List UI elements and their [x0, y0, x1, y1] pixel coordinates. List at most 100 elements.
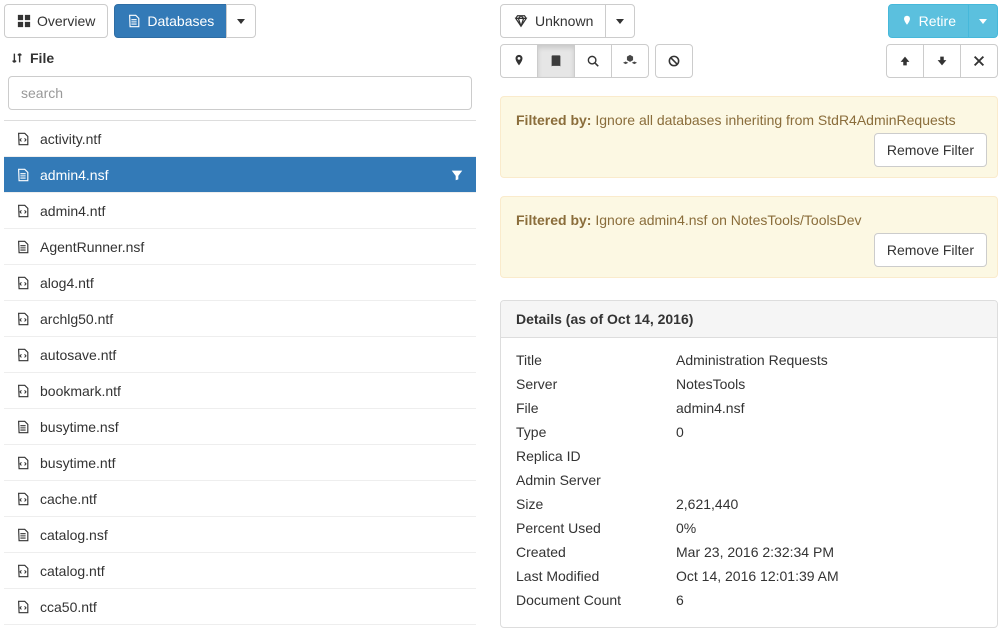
remove-filter-button[interactable]: Remove Filter: [874, 233, 987, 267]
details-row: Replica ID: [516, 444, 982, 468]
details-body: TitleAdministration RequestsServerNotesT…: [501, 338, 997, 627]
overview-label: Overview: [37, 13, 95, 29]
list-item[interactable]: admin4.ntf: [4, 193, 476, 229]
ban-icon: [667, 54, 681, 68]
filter-text: Ignore admin4.nsf on NotesTools/ToolsDev: [595, 212, 861, 228]
sort-header[interactable]: File: [4, 38, 476, 76]
details-value: 0%: [676, 520, 982, 536]
view-pin-button[interactable]: [500, 44, 538, 78]
search-input[interactable]: [8, 76, 472, 110]
file-list: activity.ntf admin4.nsf admin4.ntf AgentRun…: [4, 120, 476, 640]
list-item[interactable]: alog4.ntf: [4, 265, 476, 301]
list-item[interactable]: archlg50.ntf: [4, 301, 476, 337]
overview-button[interactable]: Overview: [4, 4, 108, 38]
details-row: Fileadmin4.nsf: [516, 396, 982, 420]
details-value: [676, 472, 982, 488]
unknown-button[interactable]: Unknown: [500, 4, 606, 38]
nav-close-button[interactable]: [960, 44, 998, 78]
details-key: Percent Used: [516, 520, 676, 536]
list-item-label: admin4.nsf: [40, 167, 108, 183]
details-heading: Details (as of Oct 14, 2016): [501, 301, 997, 338]
file-code-icon: [16, 600, 30, 614]
databases-button[interactable]: Databases: [114, 4, 227, 38]
list-item[interactable]: admin4.nsf: [4, 157, 476, 193]
caret-down-icon: [237, 19, 245, 24]
list-item-label: cca50.ntf: [40, 599, 97, 615]
file-text-icon: [16, 420, 30, 434]
unknown-label: Unknown: [535, 13, 593, 29]
nav-up-button[interactable]: [886, 44, 924, 78]
remove-filter-button[interactable]: Remove Filter: [874, 133, 987, 167]
unknown-button-group: Unknown: [500, 4, 635, 38]
filter-alert: Filtered by: Ignore all databases inheri…: [500, 96, 998, 178]
retire-button[interactable]: Retire: [888, 4, 969, 38]
list-item[interactable]: activity.ntf: [4, 121, 476, 157]
retire-button-group: Retire: [888, 4, 998, 38]
diamond-icon: [513, 14, 529, 28]
view-search-button[interactable]: [574, 44, 612, 78]
filter-prefix: Filtered by:: [516, 112, 591, 128]
list-item[interactable]: autosave.ntf: [4, 337, 476, 373]
databases-label: Databases: [147, 13, 214, 29]
details-key: Size: [516, 496, 676, 512]
list-item-label: busytime.nsf: [40, 419, 119, 435]
arrow-down-icon: [935, 54, 949, 68]
details-row: TitleAdministration Requests: [516, 348, 982, 372]
left-pane: Overview Databases File activity.ntf admi…: [0, 0, 480, 640]
view-book-button[interactable]: [537, 44, 575, 78]
arrow-up-icon: [898, 54, 912, 68]
caret-down-icon: [616, 19, 624, 24]
databases-dropdown-toggle[interactable]: [226, 4, 256, 38]
list-item[interactable]: busytime.ntf: [4, 445, 476, 481]
details-key: Replica ID: [516, 448, 676, 464]
view-ban-button[interactable]: [655, 44, 693, 78]
list-item[interactable]: catalog.nsf: [4, 517, 476, 553]
left-toolbar: Overview Databases: [4, 4, 476, 38]
view-buttons: [500, 44, 693, 78]
list-item-label: cache.ntf: [40, 491, 97, 507]
file-code-icon: [16, 204, 30, 218]
list-item-label: catalog.nsf: [40, 527, 108, 543]
details-key: Title: [516, 352, 676, 368]
list-item[interactable]: cca50.ntf: [4, 589, 476, 625]
list-item[interactable]: cache.ntf: [4, 481, 476, 517]
list-item-label: AgentRunner.nsf: [40, 239, 144, 255]
filter-text: Ignore all databases inheriting from Std…: [595, 112, 955, 128]
details-key: Server: [516, 376, 676, 392]
file-code-icon: [16, 384, 30, 398]
details-panel: Details (as of Oct 14, 2016) TitleAdmini…: [500, 300, 998, 628]
pin-icon: [901, 14, 913, 28]
list-item[interactable]: AgentRunner.nsf: [4, 229, 476, 265]
unknown-dropdown-toggle[interactable]: [605, 4, 635, 38]
list-item-label: busytime.ntf: [40, 455, 115, 471]
details-row: Percent Used0%: [516, 516, 982, 540]
details-value: Administration Requests: [676, 352, 982, 368]
right-pane: Unknown Retire: [480, 0, 1004, 640]
list-item[interactable]: bookmark.ntf: [4, 373, 476, 409]
nav-down-button[interactable]: [923, 44, 961, 78]
list-item-label: archlg50.ntf: [40, 311, 113, 327]
details-value: 6: [676, 592, 982, 608]
caret-down-icon: [979, 19, 987, 24]
file-code-icon: [16, 132, 30, 146]
list-item[interactable]: busytime.nsf: [4, 409, 476, 445]
list-item[interactable]: catalog.ntf: [4, 553, 476, 589]
filter-alerts: Filtered by: Ignore all databases inheri…: [500, 78, 998, 278]
right-toolbar-2: [500, 44, 998, 78]
book-icon: [548, 54, 564, 68]
details-value: Mar 23, 2016 2:32:34 PM: [676, 544, 982, 560]
details-row: CreatedMar 23, 2016 2:32:34 PM: [516, 540, 982, 564]
file-text-icon: [16, 528, 30, 542]
retire-dropdown-toggle[interactable]: [968, 4, 998, 38]
details-value: 0: [676, 424, 982, 440]
databases-button-group: Databases: [114, 4, 256, 38]
file-code-icon: [16, 456, 30, 470]
search-wrap: [4, 76, 476, 120]
overview-grid-icon: [17, 14, 31, 28]
list-item-label: admin4.ntf: [40, 203, 105, 219]
sort-icon: [10, 51, 24, 65]
list-item-label: autosave.ntf: [40, 347, 116, 363]
view-cubes-button[interactable]: [611, 44, 649, 78]
file-code-icon: [16, 564, 30, 578]
details-key: Type: [516, 424, 676, 440]
